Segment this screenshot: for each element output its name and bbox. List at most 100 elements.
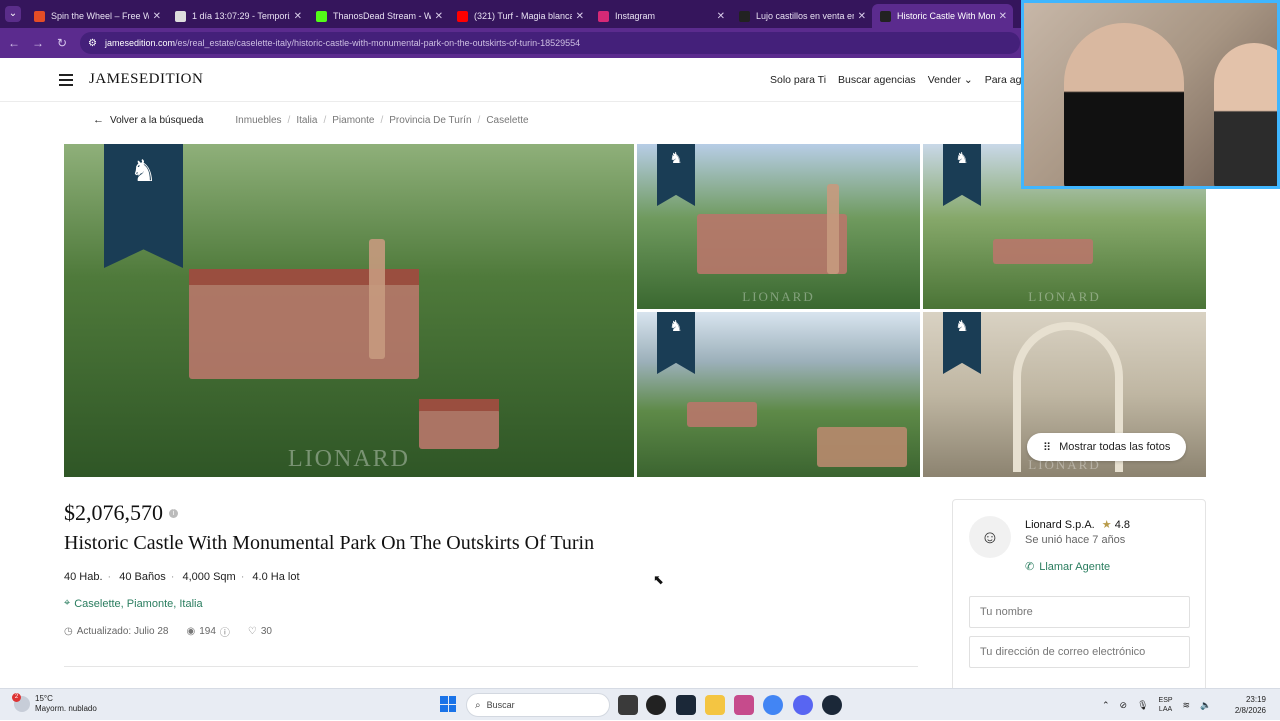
lionard-logo-ribbon: ♞ bbox=[104, 144, 183, 268]
favicon-icon bbox=[457, 10, 468, 22]
listing-title: Historic Castle With Monumental Park On … bbox=[64, 532, 595, 554]
breadcrumb-piamonte[interactable]: Piamonte bbox=[332, 115, 374, 126]
user-avatar-icon: ☺ bbox=[969, 516, 1011, 558]
browser-tab-title: Lujo castillos en venta en I bbox=[756, 11, 854, 21]
webcam-overlay bbox=[1021, 0, 1280, 189]
info-icon[interactable]: i bbox=[169, 508, 178, 518]
email-input[interactable]: Tu dirección de correo electrónico bbox=[969, 636, 1190, 668]
browser-tab-title: 1 día 13:07:29 - Temporiza bbox=[192, 11, 290, 21]
breadcrumb-italia[interactable]: Italia bbox=[296, 115, 317, 126]
streamer-figure bbox=[1064, 23, 1184, 186]
back-arrow-icon[interactable]: ← bbox=[2, 36, 26, 50]
updated-date: Actualizado: Julio 28 bbox=[76, 626, 169, 637]
breadcrumb-provincia-turin[interactable]: Provincia De Turín bbox=[389, 115, 471, 126]
browser-tab[interactable]: Lujo castillos en venta en I ✕ bbox=[731, 4, 872, 28]
lionard-logo-ribbon: ♞ bbox=[657, 144, 695, 206]
close-tab-icon[interactable]: ✕ bbox=[294, 11, 302, 22]
map-pin-icon: ⌖ bbox=[64, 597, 71, 609]
site-logo[interactable]: JAMESEDITION bbox=[89, 71, 203, 88]
griffin-icon: ♞ bbox=[669, 317, 683, 335]
close-tab-icon[interactable]: ✕ bbox=[858, 11, 866, 22]
favicon-icon bbox=[34, 10, 45, 22]
browser-tab[interactable]: Spin the Wheel – Free Wh ✕ bbox=[26, 4, 167, 28]
listing-location: Caselette, Piamonte, Italia bbox=[74, 597, 203, 610]
close-tab-icon[interactable]: ✕ bbox=[717, 11, 725, 22]
chrome-icon[interactable] bbox=[763, 695, 783, 715]
weather-temp: 15°C bbox=[35, 694, 53, 703]
thumb-photo-1[interactable]: ♞ LIONARD bbox=[637, 144, 920, 309]
reload-icon[interactable]: ↻ bbox=[50, 36, 74, 50]
heart-icon[interactable]: ♡ bbox=[248, 626, 257, 637]
discord-icon[interactable] bbox=[793, 695, 813, 715]
volume-icon[interactable]: 🔈 bbox=[1200, 700, 1211, 711]
show-all-photos-label: Mostrar todas las fotos bbox=[1059, 441, 1171, 453]
browser-tab[interactable]: Historic Castle With Monu ✕ bbox=[872, 4, 1013, 28]
browser-tab[interactable]: ThanosDead Stream - Wat ✕ bbox=[308, 4, 449, 28]
clock-icon: ◷ bbox=[64, 626, 73, 637]
url-host: jamesedition.com bbox=[104, 38, 175, 48]
likes-count: 30 bbox=[260, 626, 272, 637]
wifi-icon[interactable]: ≋ bbox=[1183, 700, 1191, 711]
app-icon[interactable] bbox=[734, 695, 754, 715]
thumb-photo-3[interactable]: ♞ bbox=[637, 312, 920, 477]
breadcrumb: ← Volver a la búsqueda Inmuebles / Italia /… bbox=[93, 114, 529, 126]
task-view-icon[interactable] bbox=[618, 695, 638, 715]
network-off-icon[interactable]: ⊘ bbox=[1120, 700, 1128, 711]
favicon-icon bbox=[739, 10, 750, 22]
lionard-logo-ribbon: ♞ bbox=[657, 312, 695, 374]
listing-price: $2,076,570 i bbox=[64, 500, 178, 526]
nav-solo-para-ti[interactable]: Solo para Ti bbox=[770, 74, 826, 86]
nav-buscar-agencias[interactable]: Buscar agencias bbox=[838, 74, 916, 86]
close-tab-icon[interactable]: ✕ bbox=[153, 11, 161, 22]
close-tab-icon[interactable]: ✕ bbox=[435, 11, 443, 22]
agent-name[interactable]: Lionard S.p.A. ★ 4.8 bbox=[1025, 518, 1130, 531]
close-tab-icon[interactable]: ✕ bbox=[576, 11, 584, 22]
search-icon: ⌕ bbox=[475, 699, 481, 711]
spec-area: 4,000 Sqm bbox=[182, 571, 236, 583]
forward-arrow-icon[interactable]: → bbox=[26, 36, 50, 50]
weather-widget[interactable]: 2 15°C Mayorm. nublado bbox=[12, 693, 97, 714]
chevron-down-icon: ⌄ bbox=[5, 6, 21, 22]
agent-joined: Se unió hace 7 años bbox=[1025, 534, 1126, 546]
call-agent-button[interactable]: ✆ Llamar Agente bbox=[1025, 560, 1110, 574]
breadcrumb-caselette[interactable]: Caselette bbox=[486, 115, 528, 126]
show-all-photos-button[interactable]: ⠿ Mostrar todas las fotos bbox=[1027, 433, 1187, 461]
views-count: 194 bbox=[199, 626, 216, 637]
steam-icon[interactable] bbox=[676, 695, 696, 715]
spec-lot: 4.0 Ha lot bbox=[252, 571, 300, 583]
hamburger-menu-icon[interactable] bbox=[59, 73, 73, 86]
griffin-icon: ♞ bbox=[955, 317, 969, 335]
system-clock[interactable]: 23:19 2/8/2026 bbox=[1235, 694, 1266, 716]
nav-vender[interactable]: Vender ⌄ bbox=[928, 74, 973, 86]
main-photo[interactable]: ♞ LIONARD bbox=[64, 144, 634, 477]
lang-layout: LAA bbox=[1158, 706, 1173, 713]
language-indicator[interactable]: ESP LAA bbox=[1159, 696, 1173, 714]
back-to-search-label: Volver a la búsqueda bbox=[110, 114, 204, 126]
back-to-search-link[interactable]: ← Volver a la búsqueda bbox=[93, 114, 203, 126]
browser-tab[interactable]: 1 día 13:07:29 - Temporiza ✕ bbox=[167, 4, 308, 28]
griffin-icon: ♞ bbox=[955, 149, 969, 167]
breadcrumb-inmuebles[interactable]: Inmuebles bbox=[235, 115, 281, 126]
info-icon[interactable]: ⓘ bbox=[220, 624, 230, 639]
lang-code: ESP bbox=[1158, 697, 1173, 704]
windows-start-icon[interactable] bbox=[440, 696, 456, 712]
steam-icon[interactable] bbox=[822, 695, 842, 715]
url-input[interactable]: ⚙ jamesedition.com /es/real_estate/casel… bbox=[80, 32, 1020, 54]
chevron-up-icon[interactable]: ⌃ bbox=[1102, 700, 1110, 711]
listing-location-link[interactable]: ⌖ Caselette, Piamonte, Italia bbox=[64, 597, 203, 610]
griffin-icon: ♞ bbox=[669, 149, 683, 167]
browser-tab[interactable]: (321) Turf - Magia blanca (✕ bbox=[449, 4, 590, 28]
site-info-icon[interactable]: ⚙ bbox=[88, 38, 97, 49]
folder-icon[interactable] bbox=[705, 695, 725, 715]
name-input[interactable]: Tu nombre bbox=[969, 596, 1190, 628]
obs-icon[interactable] bbox=[646, 695, 666, 715]
guest-figure bbox=[1214, 43, 1277, 186]
tab-search-button[interactable]: ⌄ bbox=[0, 0, 26, 28]
grid-icon: ⠿ bbox=[1043, 441, 1052, 454]
close-tab-icon[interactable]: ✕ bbox=[999, 11, 1007, 22]
browser-tab-title: Historic Castle With Monu bbox=[897, 11, 995, 21]
taskbar-search[interactable]: ⌕ Buscar bbox=[466, 693, 610, 717]
microphone-icon[interactable]: 🎙 bbox=[1137, 700, 1148, 711]
taskbar-search-label: Buscar bbox=[486, 700, 515, 710]
browser-tab[interactable]: Instagram ✕ bbox=[590, 4, 731, 28]
